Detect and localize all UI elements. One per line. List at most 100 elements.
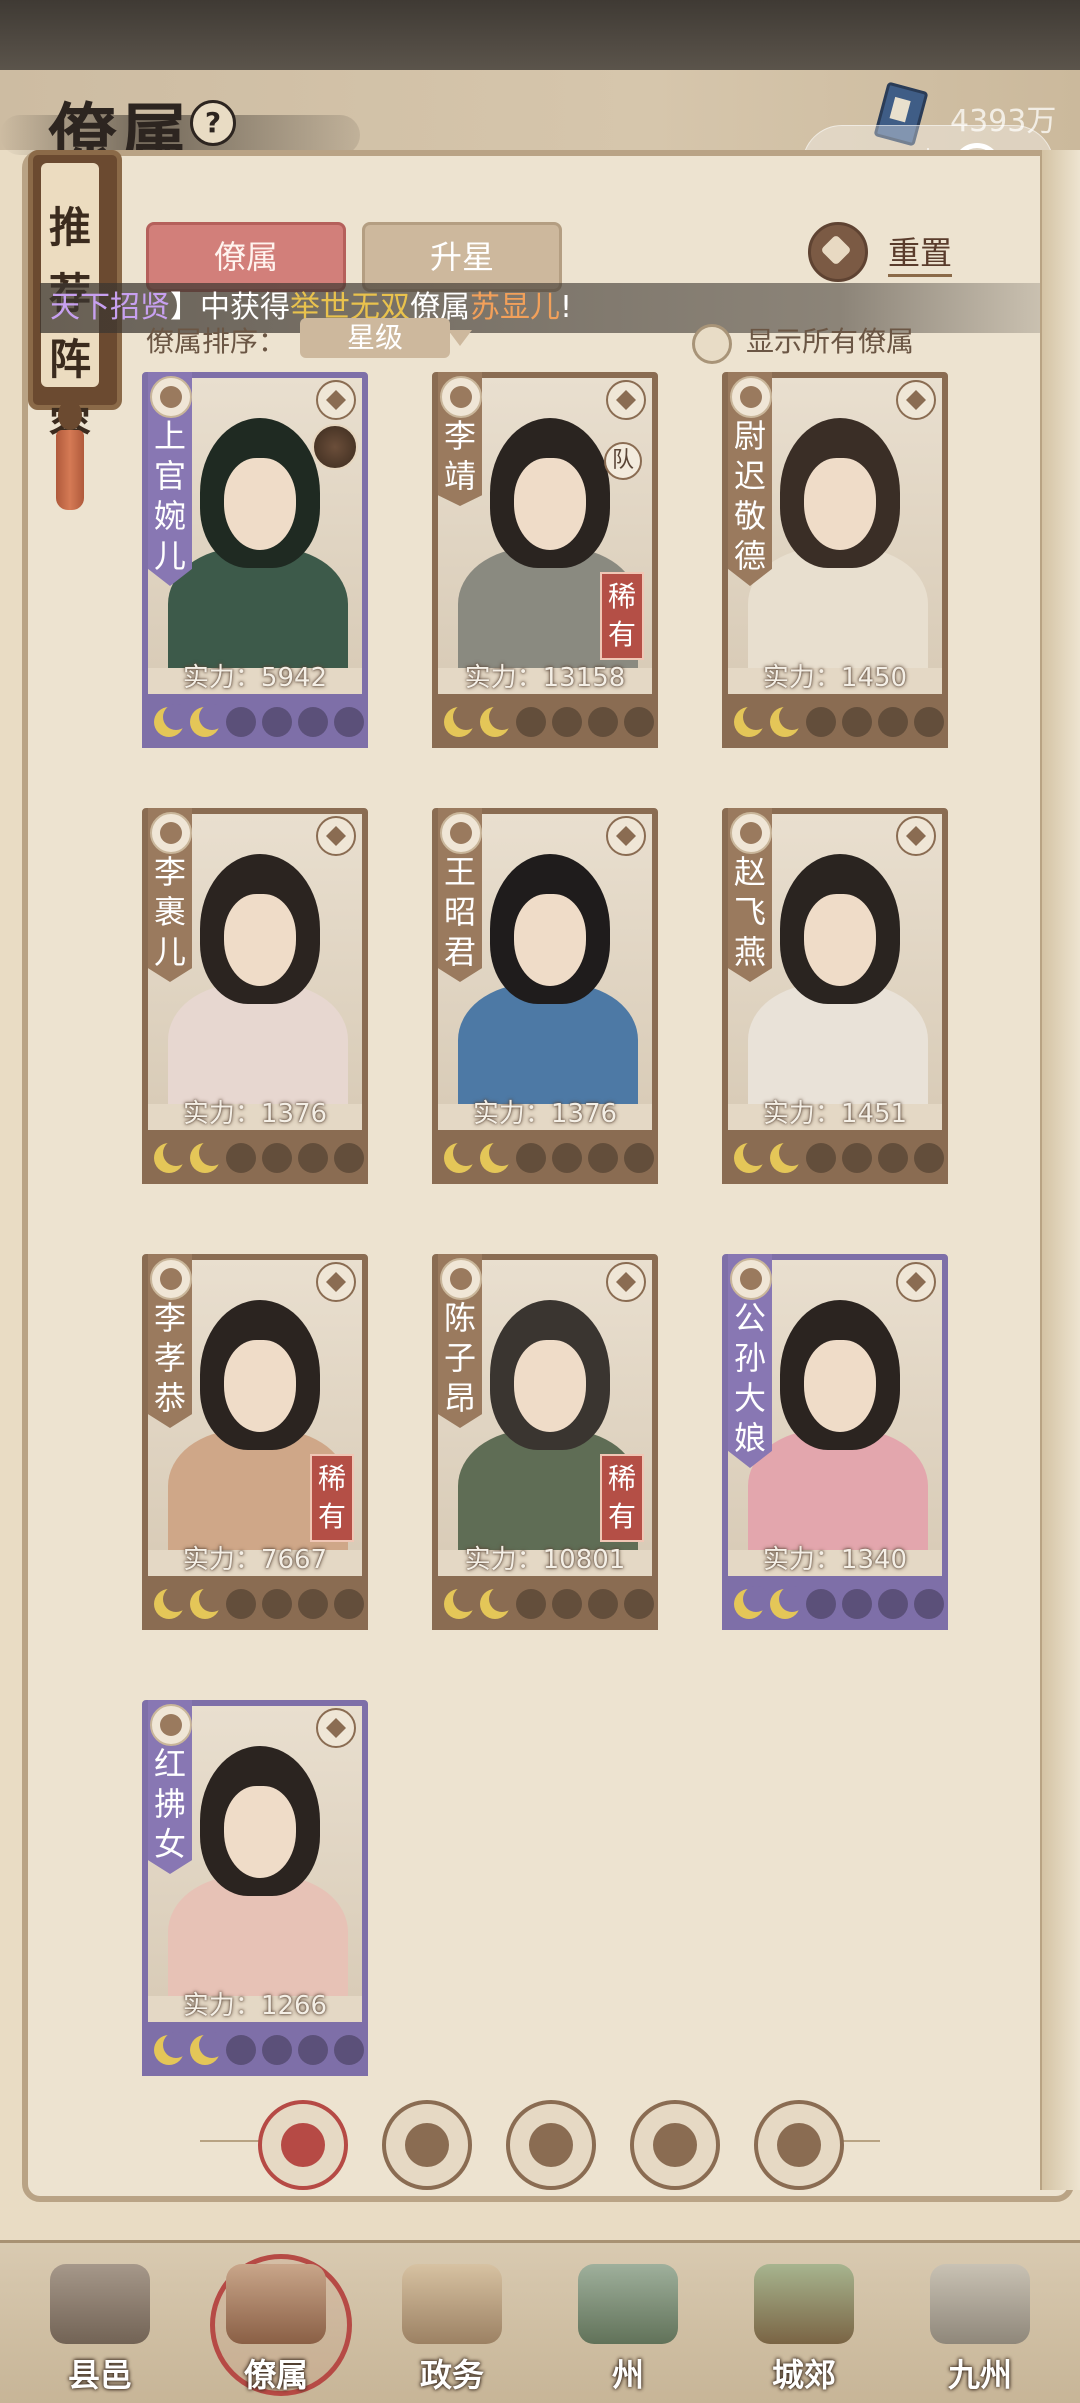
- nav-suburbs[interactable]: 城郊: [724, 2254, 884, 2394]
- filter-glyph: [777, 2123, 821, 2167]
- retainer-card[interactable]: 尉迟敬德实力：1450: [722, 372, 948, 748]
- empty-star-slot: [806, 1589, 836, 1619]
- empty-star-slot: [334, 1143, 364, 1173]
- county-building-icon: [50, 2264, 150, 2344]
- retainer-card[interactable]: 陈子昂稀有实力：10801: [432, 1254, 658, 1630]
- filter-bar: [250, 2100, 844, 2190]
- moon-star-icon: [770, 1586, 805, 1619]
- filter-glyph: [529, 2123, 573, 2167]
- figure-face: [514, 894, 586, 986]
- moon-star-icon: [190, 1586, 225, 1619]
- nav-label: 政务: [419, 2356, 484, 2394]
- tassel-knot: [58, 400, 82, 430]
- empty-star-slot: [226, 1143, 256, 1173]
- scrolls-icon: [402, 2264, 502, 2344]
- empty-star-slot: [588, 707, 618, 737]
- rare-badge: 稀有: [600, 1454, 644, 1542]
- star-bar: [142, 1576, 368, 1630]
- filter-gourd-icon[interactable]: [506, 2100, 596, 2190]
- retainer-card[interactable]: 公孙大娘实力：1340: [722, 1254, 948, 1630]
- nav-prefecture[interactable]: 州: [548, 2254, 708, 2394]
- figure-face: [224, 894, 296, 986]
- empty-star-slot: [298, 1589, 328, 1619]
- power-value: 实力：1376: [472, 1099, 618, 1129]
- sort-dropdown[interactable]: 星级: [300, 318, 472, 358]
- moon-star-icon: [734, 704, 769, 737]
- empty-star-slot: [624, 1589, 654, 1619]
- nav-county[interactable]: 县邑: [20, 2254, 180, 2394]
- empty-star-slot: [262, 1143, 292, 1173]
- tab-star-up[interactable]: 升星: [362, 222, 562, 292]
- star-bar: [722, 1130, 948, 1184]
- retainer-card[interactable]: 王昭君实力：1376: [432, 808, 658, 1184]
- moon-star-icon: [770, 1140, 805, 1173]
- pavilion-icon: [754, 2264, 854, 2344]
- class-emblem-icon: [440, 1258, 482, 1300]
- nav-label: 僚属: [243, 2356, 308, 2394]
- figure-face: [804, 458, 876, 550]
- skill-type-icon: [316, 816, 356, 856]
- team-badge: 队: [604, 442, 642, 480]
- power-value: 实力：13158: [464, 663, 626, 693]
- empty-star-slot: [624, 1143, 654, 1173]
- retainer-card[interactable]: 李裹儿实力：1376: [142, 808, 368, 1184]
- moon-star-icon: [190, 1140, 225, 1173]
- empty-star-slot: [806, 707, 836, 737]
- scroll-roller: [1040, 150, 1080, 2190]
- nav-label: 城郊: [771, 2356, 836, 2394]
- power-value: 实力：10801: [464, 1545, 626, 1575]
- star-bar: [142, 2022, 368, 2076]
- sort-label: 僚属排序：: [146, 325, 287, 358]
- retainer-card[interactable]: 赵飞燕实力：1451: [722, 808, 948, 1184]
- tab-retainers[interactable]: 僚属: [146, 222, 346, 292]
- skill-type-icon: [606, 380, 646, 420]
- skill-type-icon: [896, 816, 936, 856]
- moon-star-icon: [770, 704, 805, 737]
- empty-star-slot: [914, 1143, 944, 1173]
- retainer-card[interactable]: 上官婉儿实力：5942: [142, 372, 368, 748]
- filter-fan-icon[interactable]: [630, 2100, 720, 2190]
- empty-star-slot: [516, 1143, 546, 1173]
- moon-star-icon: [190, 704, 225, 737]
- nav-label: 州: [611, 2356, 644, 2394]
- power-value: 实力：1376: [182, 1099, 328, 1129]
- nav-label: 九州: [947, 2356, 1012, 2394]
- paired-avatar: [312, 424, 358, 470]
- figure-face: [514, 1340, 586, 1432]
- retainer-card[interactable]: 红拂女实力：1266: [142, 1700, 368, 2076]
- filter-helmet-icon[interactable]: [382, 2100, 472, 2190]
- retainer-card[interactable]: 李靖队稀有实力：13158: [432, 372, 658, 748]
- mountain-icon: [578, 2264, 678, 2344]
- show-all-label[interactable]: 显示所有僚属: [746, 320, 914, 360]
- star-bar: [142, 694, 368, 748]
- star-bar: [432, 1130, 658, 1184]
- show-all-checkbox[interactable]: [692, 324, 732, 364]
- nav-retainers[interactable]: 僚属: [196, 2254, 356, 2396]
- power-value: 实力：1266: [182, 1991, 328, 2021]
- moon-star-icon: [154, 1586, 189, 1619]
- skill-type-icon: [316, 1708, 356, 1748]
- empty-star-slot: [516, 707, 546, 737]
- empty-star-slot: [842, 707, 872, 737]
- empty-star-slot: [262, 707, 292, 737]
- retainer-card[interactable]: 李孝恭稀有实力：7667: [142, 1254, 368, 1630]
- figure-face: [224, 1340, 296, 1432]
- reset-icon[interactable]: [808, 222, 868, 282]
- recommended-lineup-button[interactable]: 推荐阵容: [28, 150, 122, 450]
- empty-star-slot: [516, 1589, 546, 1619]
- filter-all-icon[interactable]: [258, 2100, 348, 2190]
- nav-affairs[interactable]: 政务: [372, 2254, 532, 2394]
- retainers-cards-icon: [226, 2264, 326, 2344]
- ticker-part: 苏显儿: [470, 290, 560, 325]
- empty-star-slot: [262, 2035, 292, 2065]
- star-bar: [142, 1130, 368, 1184]
- filter-glyph: [281, 2123, 325, 2167]
- class-emblem-icon: [150, 812, 192, 854]
- reset-button[interactable]: 重置: [888, 228, 953, 277]
- nav-nine-provinces[interactable]: 九州: [900, 2254, 1060, 2394]
- empty-star-slot: [334, 2035, 364, 2065]
- power-value: 实力：5942: [182, 663, 328, 693]
- filter-beast-icon[interactable]: [754, 2100, 844, 2190]
- help-icon[interactable]: ?: [190, 100, 236, 146]
- star-bar: [432, 1576, 658, 1630]
